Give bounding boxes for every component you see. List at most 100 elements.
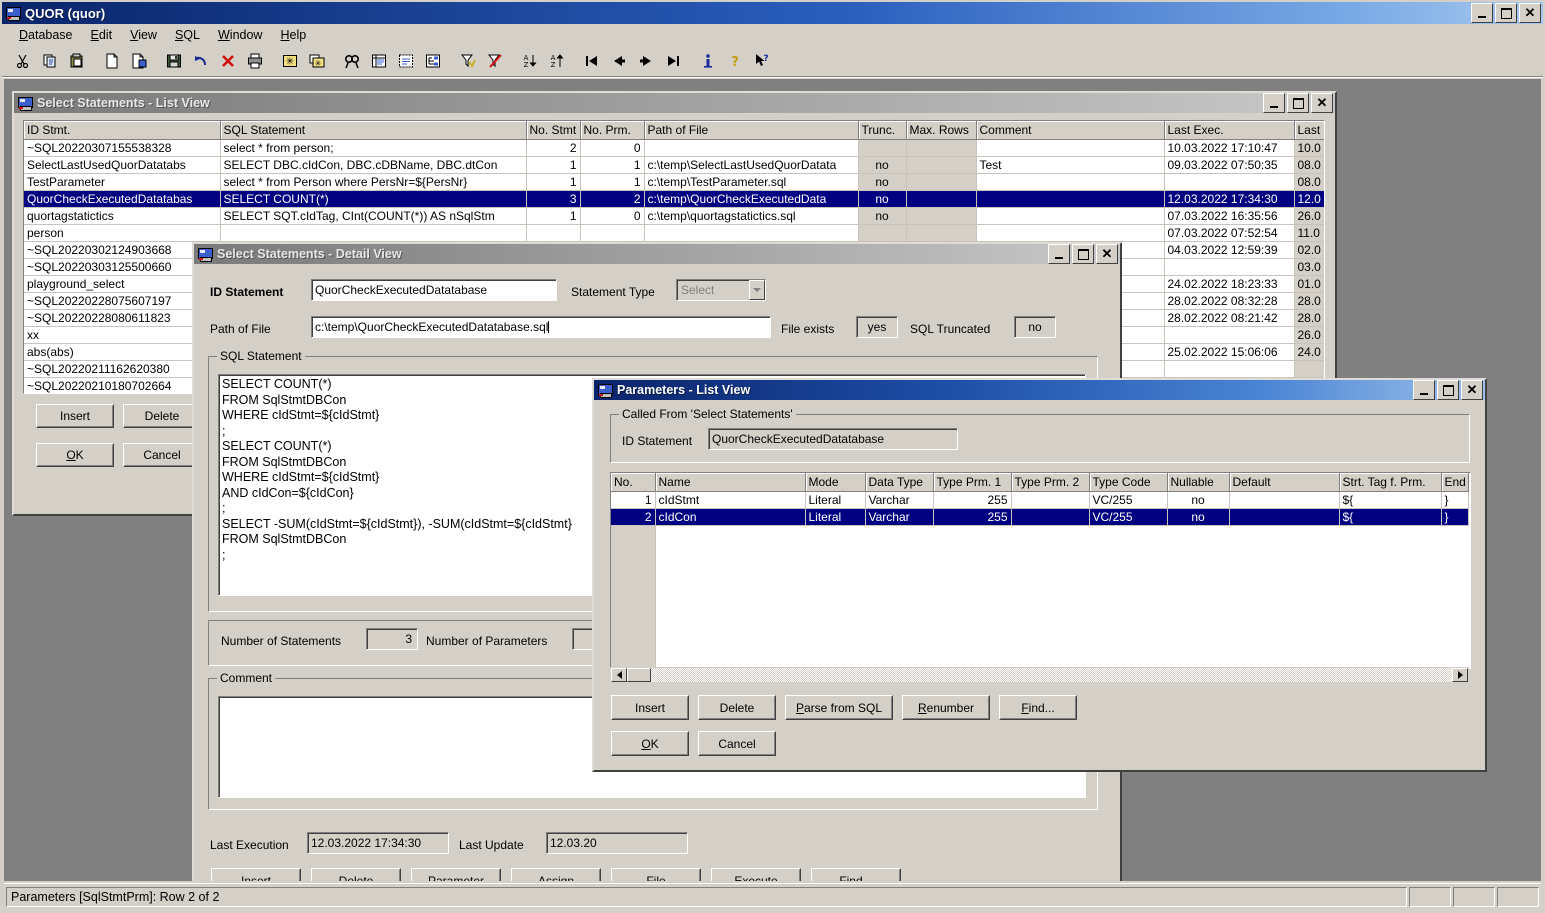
select-column-header[interactable]: Path of File [644,121,859,140]
parameters-renumber-button[interactable]: Renumber [902,695,990,720]
help-icon[interactable]: ? [722,48,748,74]
select-detail-maximize-button[interactable] [1072,244,1094,264]
parameters-column-header[interactable]: Type Prm. 1 [933,473,1012,492]
delete-icon[interactable] [215,48,241,74]
info-icon[interactable] [695,48,721,74]
menu-window[interactable]: Window [209,26,271,44]
first-record-icon[interactable] [579,48,605,74]
parameters-maximize-button[interactable] [1437,380,1459,400]
select-column-header[interactable]: ID Stmt. [24,121,221,140]
parameters-insert-button[interactable]: Insert [611,695,689,720]
select-detail-title-bar[interactable]: Select Statements - Detail View ✕ [194,244,1120,264]
chevron-down-icon[interactable] [749,280,765,300]
context-help-icon[interactable]: ? [749,48,775,74]
select-list-minimize-button[interactable] [1263,93,1285,113]
table-row[interactable]: quortagstatictics SELECT SQT.cIdTag, CInt… [24,207,1324,225]
undo-icon[interactable] [188,48,214,74]
detail-file-button[interactable]: File [611,868,701,881]
detail-parameter-button[interactable]: Parameter [411,868,501,881]
copy-icon[interactable] [37,48,63,74]
print-icon[interactable] [242,48,268,74]
parameters-column-header[interactable]: Type Prm. 2 [1011,473,1090,492]
sort-descending-icon[interactable]: AZ [517,48,543,74]
select-column-header[interactable]: Last [1294,121,1324,140]
select-list-insert-button[interactable]: Insert [36,404,114,428]
id-statement-input[interactable]: QuorCheckExecutedDatatabase [311,279,557,301]
table-row[interactable]: ~SQL20220307155538328 select * from perso… [24,139,1324,157]
detail-find-button[interactable]: Find... [811,868,901,881]
maximize-button[interactable] [1495,3,1517,23]
select-column-header[interactable]: No. Stmt [526,121,581,140]
menu-help[interactable]: Help [271,26,315,44]
scroll-left-button[interactable] [611,668,627,682]
select-list-close-button[interactable]: ✕ [1311,93,1333,113]
detail-assign-button[interactable]: Assign [511,868,601,881]
paste-icon[interactable] [64,48,90,74]
parameters-close-button[interactable]: ✕ [1461,380,1483,400]
table-row[interactable]: SelectLastUsedQuorDatatabs SELECT DBC.cId… [24,156,1324,174]
select-list-maximize-button[interactable] [1287,93,1309,113]
menu-view[interactable]: View [121,26,166,44]
close-button[interactable]: ✕ [1519,3,1541,23]
select-column-header[interactable]: No. Prm. [580,121,645,140]
list-view-icon[interactable] [366,48,392,74]
previous-record-icon[interactable] [606,48,632,74]
table-row[interactable]: TestParameter select * from Person where … [24,173,1324,191]
parameters-delete-button[interactable]: Delete [698,695,776,720]
select-column-header[interactable]: Max. Rows [906,121,977,140]
statement-type-select[interactable]: Select [676,279,766,301]
new-document-icon[interactable] [99,48,125,74]
path-of-file-input[interactable]: c:\temp\QuorCheckExecutedDatatabase.sql [311,316,771,338]
select-column-header[interactable]: Trunc. [858,121,907,140]
select-list-ok-button[interactable]: OK [36,443,114,467]
minimize-button[interactable] [1471,3,1493,23]
menu-database[interactable]: Database [10,26,82,44]
parameters-column-header[interactable]: Strt. Tag f. Prm. [1339,473,1442,492]
tree-view-icon[interactable] [420,48,446,74]
select-column-header[interactable]: Comment [976,121,1165,140]
scroll-right-button[interactable] [1452,668,1468,682]
table-row[interactable]: QuorCheckExecutedDatatabas SELECT COUNT(*… [24,190,1324,208]
parameters-column-header[interactable]: Mode [805,473,866,492]
table-row[interactable]: person 07.03.2022 07:52:54 11.0 [24,224,1324,242]
parameters-find-button[interactable]: Find... [999,695,1077,720]
parameters-title-bar[interactable]: Parameters - List View ✕ [594,380,1485,400]
parameters-column-header[interactable]: End [1441,473,1469,492]
detail-delete-button[interactable]: Delete [311,868,401,881]
parameters-grid[interactable]: No. Name Mode Data Type Type Prm. 1 Type Prm.… [610,472,1471,669]
select-list-cancel-button[interactable]: Cancel [123,443,201,467]
cut-icon[interactable] [10,48,36,74]
select-detail-minimize-button[interactable] [1048,244,1070,264]
select-column-header[interactable]: Last Exec. [1164,121,1295,140]
menu-sql[interactable]: SQL [166,26,209,44]
table-row[interactable]: 2 cIdCon Literal Varchar 255 VC/255 no ${} [611,508,1469,526]
parameters-column-header[interactable]: No. [611,473,656,492]
parameters-column-header[interactable]: Type Code [1089,473,1168,492]
filter-remove-icon[interactable] [482,48,508,74]
select-list-title-bar[interactable]: Select Statements - List View ✕ [14,93,1335,113]
filter-icon[interactable] [455,48,481,74]
parameters-parse-from-sql-button[interactable]: Parse from SQL [785,695,893,720]
parameters-cancel-button[interactable]: Cancel [698,731,776,756]
parameters-list-window[interactable]: Parameters - List View ✕ Called From 'Se… [592,378,1487,772]
open-document-icon[interactable] [126,48,152,74]
parameters-minimize-button[interactable] [1413,380,1435,400]
scroll-thumb[interactable] [627,668,651,682]
detail-execute-button[interactable]: Execute [711,868,801,881]
new-record-icon[interactable]: ✳ [277,48,303,74]
select-list-delete-button[interactable]: Delete [123,404,201,428]
find-icon[interactable] [339,48,365,74]
parameters-column-header[interactable]: Default [1229,473,1340,492]
parameters-ok-button[interactable]: OK [611,731,689,756]
next-record-icon[interactable] [633,48,659,74]
parameters-column-header[interactable]: Data Type [865,473,934,492]
parameters-column-header[interactable]: Nullable [1167,473,1230,492]
duplicate-record-icon[interactable]: ✳ [304,48,330,74]
detail-insert-button[interactable]: Insert [211,868,301,881]
parameters-column-header[interactable]: Name [655,473,806,492]
sort-ascending-icon[interactable]: AZ [544,48,570,74]
last-record-icon[interactable] [660,48,686,74]
table-row[interactable]: 1 cIdStmt Literal Varchar 255 VC/255 no ${} [611,491,1469,509]
menu-edit[interactable]: Edit [82,26,122,44]
select-detail-close-button[interactable]: ✕ [1096,244,1118,264]
